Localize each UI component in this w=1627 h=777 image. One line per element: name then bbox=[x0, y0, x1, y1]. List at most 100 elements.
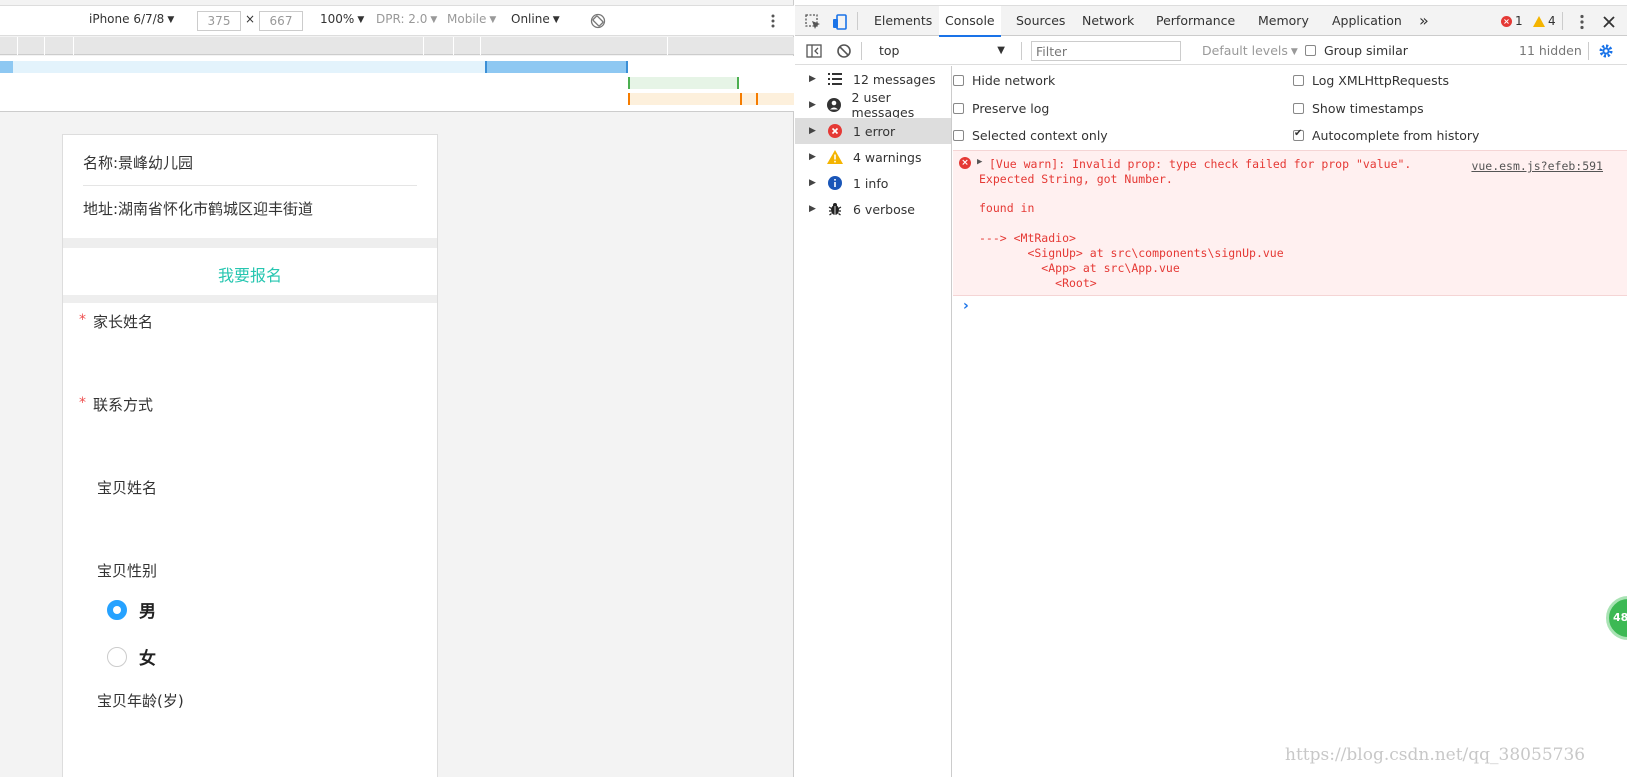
network-throttle-select[interactable]: Online ▼ bbox=[511, 12, 560, 26]
group-similar-option[interactable]: Group similar bbox=[1305, 43, 1408, 58]
ruler-tick bbox=[480, 37, 481, 55]
sidebar-toggle-icon[interactable] bbox=[805, 42, 823, 60]
setting-label: Hide network bbox=[972, 73, 1056, 88]
sidebar-item-verbose[interactable]: ▶ 6 verbose bbox=[795, 196, 951, 222]
min-width-bar[interactable] bbox=[628, 93, 794, 105]
media-query-ruler[interactable] bbox=[0, 37, 794, 55]
show-timestamps-option[interactable]: Show timestamps bbox=[1293, 101, 1424, 116]
gender-option-male[interactable]: 男 bbox=[107, 597, 156, 622]
max-width-bar[interactable] bbox=[0, 61, 13, 73]
warning-triangle-icon bbox=[1533, 15, 1545, 27]
school-address: 地址:湖南省怀化市鹤城区迎丰街道 bbox=[83, 200, 314, 218]
log-xhr-checkbox[interactable] bbox=[1293, 75, 1304, 86]
tab-memory[interactable]: Memory bbox=[1252, 6, 1315, 36]
hide-network-option[interactable]: Hide network bbox=[953, 73, 1055, 88]
hide-network-checkbox[interactable] bbox=[953, 75, 964, 86]
min-max-bar[interactable] bbox=[628, 77, 739, 89]
log-levels-select[interactable]: Default levels ▼ bbox=[1202, 43, 1298, 58]
dpr-select[interactable]: DPR: 2.0 ▼ bbox=[376, 12, 437, 26]
max-width-bar[interactable] bbox=[485, 61, 628, 73]
parent-name-label: 家长姓名 bbox=[93, 313, 154, 331]
expand-arrow-icon[interactable]: ▶ bbox=[809, 126, 817, 136]
baby-age-input[interactable] bbox=[83, 718, 417, 758]
user-icon bbox=[827, 97, 842, 113]
tab-elements[interactable]: Elements bbox=[868, 6, 938, 36]
preserve-log-option[interactable]: Preserve log bbox=[953, 101, 1049, 116]
autocomplete-option[interactable]: Autocomplete from history bbox=[1293, 128, 1479, 143]
max-width-bar[interactable] bbox=[13, 61, 485, 73]
sidebar-item-label: 1 info bbox=[853, 175, 889, 191]
min-width-marker bbox=[756, 93, 758, 105]
ruler-tick bbox=[73, 37, 74, 55]
tab-application[interactable]: Application bbox=[1326, 6, 1408, 36]
context-select[interactable]: top ▼ bbox=[873, 41, 1011, 61]
console-toolbar: top▼ Default levels▼ Group similar 11 hi… bbox=[795, 37, 1627, 65]
separator bbox=[861, 42, 862, 60]
sidebar-item-label: 4 warnings bbox=[853, 149, 922, 165]
mode-select[interactable]: Mobile ▼ bbox=[447, 12, 496, 26]
caret-down-icon: ▼ bbox=[552, 15, 560, 25]
sidebar-item-user-messages[interactable]: ▶ 2 user messages bbox=[795, 90, 951, 120]
dimension-times: × bbox=[245, 12, 256, 26]
tab-network[interactable]: Network bbox=[1076, 6, 1140, 36]
ruler-tick bbox=[667, 37, 668, 55]
close-icon[interactable] bbox=[1600, 13, 1618, 31]
device-width-input[interactable]: 375 bbox=[197, 11, 241, 31]
radio-checked-icon[interactable] bbox=[107, 599, 127, 620]
tab-performance[interactable]: Performance bbox=[1150, 6, 1241, 36]
show-timestamps-checkbox[interactable] bbox=[1293, 103, 1304, 114]
section-gap bbox=[63, 238, 437, 248]
selected-context-option[interactable]: Selected context only bbox=[953, 128, 1108, 143]
sidebar-item-info[interactable]: ▶ 1 info bbox=[795, 170, 951, 196]
zoom-select[interactable]: 100% ▼ bbox=[320, 12, 364, 26]
autocomplete-checkbox[interactable] bbox=[1293, 128, 1304, 141]
hidden-count: 11 hidden bbox=[1519, 43, 1582, 58]
expand-arrow-icon[interactable]: ▶ bbox=[809, 178, 817, 188]
selected-context-checkbox[interactable] bbox=[953, 130, 964, 141]
customize-menu-icon[interactable] bbox=[1573, 13, 1591, 31]
sidebar-item-errors[interactable]: ▶ 1 error bbox=[795, 118, 951, 144]
settings-gear-icon[interactable] bbox=[1597, 42, 1615, 60]
rotate-icon[interactable] bbox=[590, 13, 606, 29]
baby-name-input[interactable] bbox=[83, 505, 417, 545]
radio-unchecked-icon[interactable] bbox=[107, 646, 127, 667]
gender-option-female[interactable]: 女 bbox=[107, 644, 156, 669]
inspect-element-icon[interactable] bbox=[804, 13, 822, 31]
console-prompt[interactable]: › bbox=[963, 298, 969, 314]
contact-input[interactable] bbox=[83, 422, 417, 462]
watermark: https://blog.csdn.net/qq_38055736 bbox=[1285, 745, 1586, 765]
mode-label: Mobile bbox=[447, 12, 487, 26]
expand-arrow-icon[interactable]: ▶ bbox=[809, 152, 817, 162]
expand-arrow-icon[interactable]: ▶ bbox=[809, 74, 817, 84]
setting-label: Show timestamps bbox=[1312, 101, 1424, 116]
expand-arrow-icon[interactable]: ▶ bbox=[977, 157, 982, 167]
devtools-panel: Elements Console Sources Network Perform… bbox=[795, 0, 1627, 777]
device-select[interactable]: iPhone 6/7/8 ▼ bbox=[89, 12, 174, 26]
expand-arrow-icon[interactable]: ▶ bbox=[809, 100, 817, 110]
error-count-badge[interactable]: × 1 bbox=[1501, 14, 1523, 28]
preserve-log-checkbox[interactable] bbox=[953, 103, 964, 114]
caret-down-icon: ▼ bbox=[1290, 47, 1298, 57]
sidebar-item-messages[interactable]: ▶ 12 messages bbox=[795, 66, 951, 92]
required-mark: * bbox=[79, 312, 86, 328]
group-similar-checkbox[interactable] bbox=[1305, 45, 1316, 56]
error-source-link[interactable]: vue.esm.js?efeb:591 bbox=[1471, 159, 1603, 173]
clear-console-icon[interactable] bbox=[835, 42, 853, 60]
more-tabs-icon[interactable]: » bbox=[1413, 6, 1435, 36]
signup-link[interactable]: 我要报名 bbox=[63, 262, 437, 285]
device-height-input[interactable]: 667 bbox=[259, 11, 303, 31]
parent-name-input[interactable] bbox=[83, 339, 417, 379]
caret-down-icon: ▼ bbox=[489, 15, 497, 25]
device-viewport: 名称:景峰幼儿园 地址:湖南省怀化市鹤城区迎丰街道 我要报名 * 家长姓名 * … bbox=[62, 134, 438, 777]
tab-sources[interactable]: Sources bbox=[1010, 6, 1071, 36]
expand-arrow-icon[interactable]: ▶ bbox=[809, 204, 817, 214]
component-trace: <App> at src\App.vue bbox=[979, 261, 1180, 275]
log-xhr-option[interactable]: Log XMLHttpRequests bbox=[1293, 73, 1449, 88]
separator bbox=[1562, 12, 1563, 30]
warning-count-badge[interactable]: 4 bbox=[1533, 14, 1556, 28]
more-options-icon[interactable] bbox=[770, 13, 776, 29]
tab-console[interactable]: Console bbox=[939, 6, 1001, 37]
device-toggle-icon[interactable] bbox=[831, 13, 849, 31]
sidebar-item-warnings[interactable]: ▶ 4 warnings bbox=[795, 144, 951, 170]
filter-input[interactable] bbox=[1031, 41, 1181, 61]
